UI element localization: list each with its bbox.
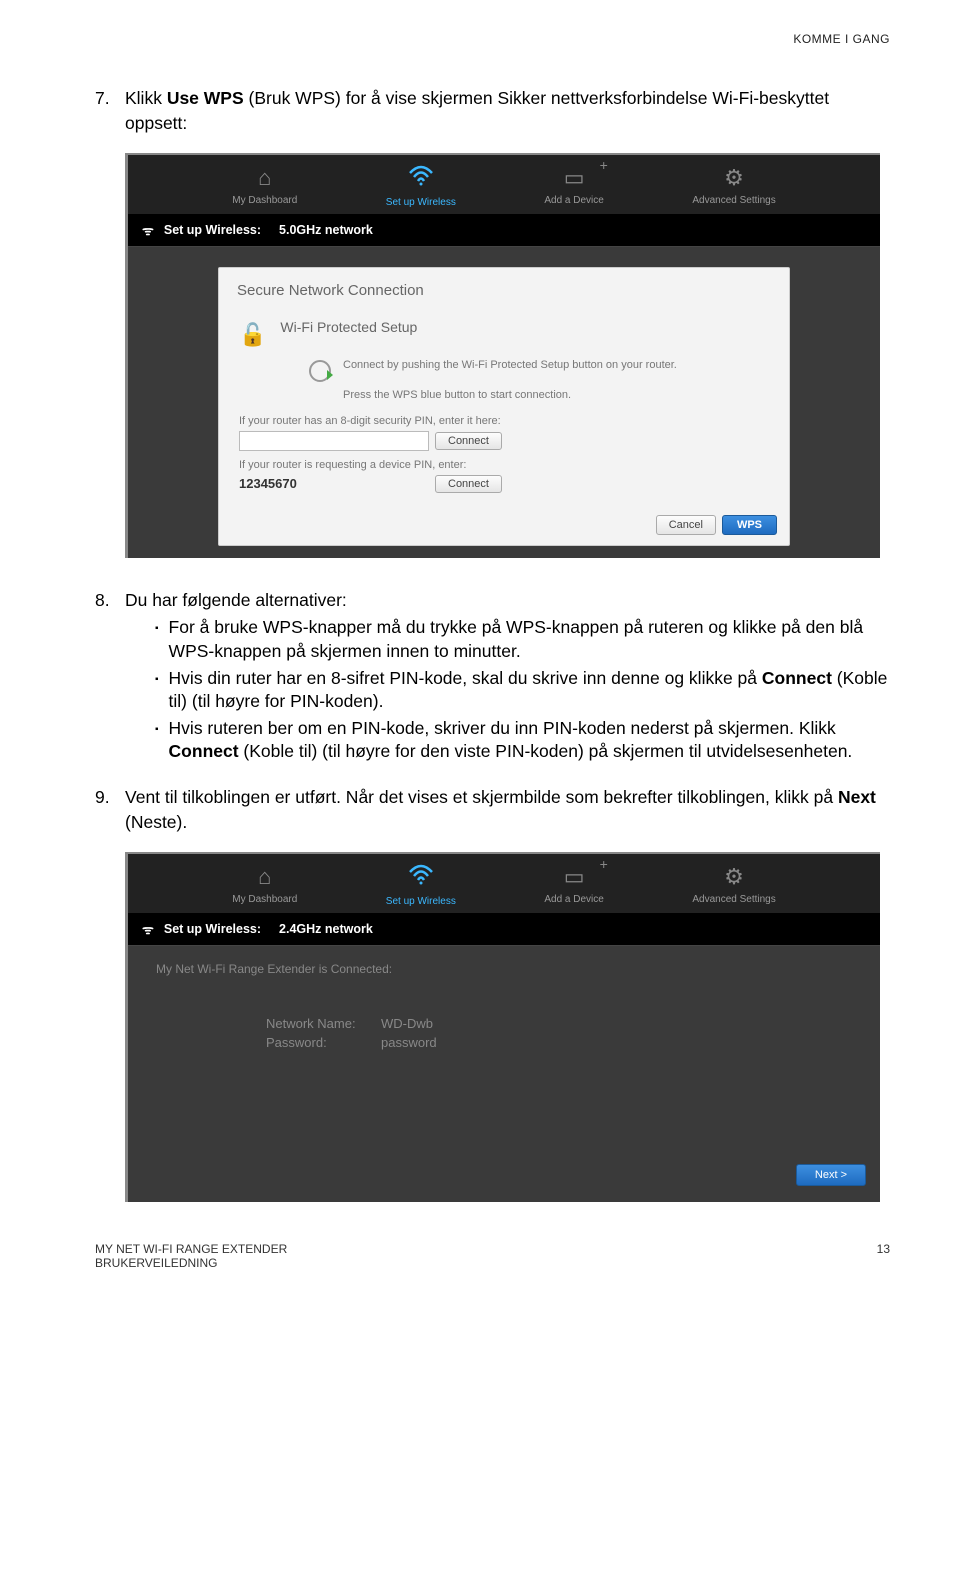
page-number: 13 [877, 1242, 890, 1270]
footer-doc-type: BRUKERVEILEDNING [95, 1256, 287, 1270]
pin-prompt-2: If your router is requesting a device PI… [239, 459, 769, 471]
step-intro: Du har følgende alternativer: [125, 588, 890, 613]
add-device-icon: ▭+ [544, 864, 603, 890]
wps-title: Wi-Fi Protected Setup [280, 319, 417, 335]
nav-add-device[interactable]: ▭+ Add a Device [544, 165, 603, 208]
wifi-small-icon: ᯤ [142, 920, 154, 938]
password-value: password [381, 1035, 437, 1050]
connect-button-2[interactable]: Connect [435, 475, 502, 493]
nav-advanced[interactable]: ⚙ Advanced Settings [692, 864, 775, 907]
screenshot-wps: ⌂ My Dashboard Set up Wireless ▭+ Add a … [125, 153, 880, 558]
wps-card: Secure Network Connection 🔓 Wi-Fi Protec… [218, 267, 790, 546]
network-name-value: WD-Dwb [381, 1016, 433, 1031]
gear-icon: ⚙ [692, 165, 775, 191]
nav-wireless[interactable]: Set up Wireless [386, 864, 456, 907]
step-number: 9. [95, 785, 125, 834]
refresh-icon [309, 360, 331, 382]
page-footer: MY NET WI-FI RANGE EXTENDER BRUKERVEILED… [95, 1242, 890, 1270]
nav-add-device[interactable]: ▭+ Add a Device [544, 864, 603, 907]
gear-icon: ⚙ [692, 864, 775, 890]
top-nav: ⌂ My Dashboard Set up Wireless ▭+ Add a … [128, 155, 880, 214]
router-pin-input[interactable] [239, 431, 429, 451]
bullet-3: Hvis ruteren ber om en PIN-kode, skriver… [155, 717, 890, 764]
step-text: Klikk Use WPS (Bruk WPS) for å vise skje… [125, 86, 890, 135]
wifi-small-icon: ᯤ [142, 221, 154, 239]
wps-push-text: Connect by pushing the Wi-Fi Protected S… [343, 358, 677, 373]
footer-product: MY NET WI-FI RANGE EXTENDER [95, 1242, 287, 1256]
nav-dashboard[interactable]: ⌂ My Dashboard [232, 864, 297, 907]
step-number: 8. [95, 588, 125, 767]
nav-dashboard[interactable]: ⌂ My Dashboard [232, 165, 297, 208]
wps-button[interactable]: WPS [722, 515, 777, 535]
bullet-2: Hvis din ruter har en 8-sifret PIN-kode,… [155, 667, 890, 714]
device-pin: 12345670 [239, 476, 429, 491]
add-device-icon: ▭+ [544, 165, 603, 191]
screenshot-connected: ⌂ My Dashboard Set up Wireless ▭+ Add a … [125, 852, 880, 1202]
subheader: ᯤ Set up Wireless: 5.0GHz network [128, 214, 880, 247]
connected-status: My Net Wi-Fi Range Extender is Connected… [156, 962, 866, 976]
top-nav: ⌂ My Dashboard Set up Wireless ▭+ Add a … [128, 854, 880, 913]
step-9: 9. Vent til tilkoblingen er utført. Når … [95, 785, 890, 834]
home-icon: ⌂ [232, 864, 297, 890]
home-icon: ⌂ [232, 165, 297, 191]
network-name-row: Network Name: WD-Dwb [266, 1016, 866, 1031]
password-row: Password: password [266, 1035, 866, 1050]
wps-press-text: Press the WPS blue button to start conne… [343, 388, 571, 403]
bullet-1: For å bruke WPS-knapper må du trykke på … [155, 616, 890, 663]
step-8: 8. Du har følgende alternativer: For å b… [95, 588, 890, 767]
wifi-icon [386, 864, 456, 892]
step-text: Vent til tilkoblingen er utført. Når det… [125, 785, 890, 834]
section-header: KOMME I GANG [95, 32, 890, 46]
step-7: 7. Klikk Use WPS (Bruk WPS) for å vise s… [95, 86, 890, 135]
pin-prompt-1: If your router has an 8-digit security P… [239, 415, 769, 427]
cancel-button[interactable]: Cancel [656, 515, 716, 535]
card-title: Secure Network Connection [219, 268, 789, 311]
next-button[interactable]: Next > [796, 1164, 866, 1186]
step-number: 7. [95, 86, 125, 135]
connect-button-1[interactable]: Connect [435, 432, 502, 450]
lock-icon: 🔓 [239, 322, 266, 348]
nav-wireless[interactable]: Set up Wireless [386, 165, 456, 208]
wifi-icon [386, 165, 456, 193]
subheader: ᯤ Set up Wireless: 2.4GHz network [128, 913, 880, 946]
nav-advanced[interactable]: ⚙ Advanced Settings [692, 165, 775, 208]
